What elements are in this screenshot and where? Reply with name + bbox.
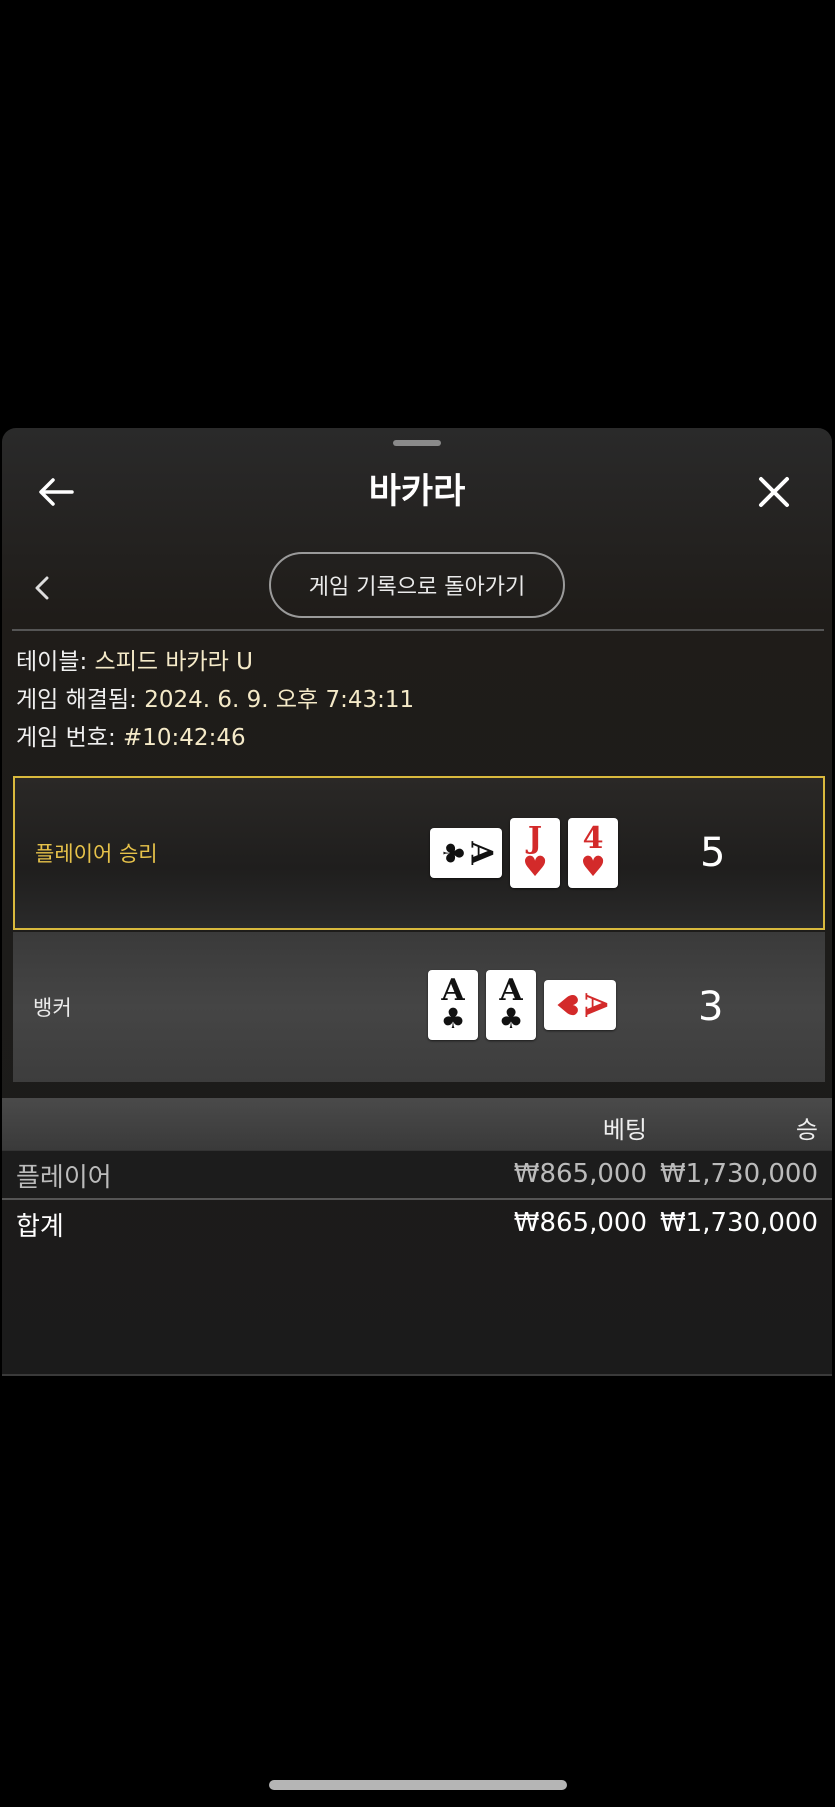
close-icon[interactable] bbox=[750, 468, 798, 516]
info-resolved: 게임 해결됨: 2024. 6. 9. 오후 7:43:11 bbox=[16, 684, 414, 716]
player-card-3: 4 ♥ bbox=[568, 818, 618, 888]
banker-card-1: A ♣ bbox=[428, 970, 478, 1040]
home-indicator[interactable] bbox=[269, 1780, 567, 1790]
banker-score: 3 bbox=[698, 984, 724, 1030]
banker-result-panel: 뱅커 A ♣ A ♣ ♥ A 3 bbox=[13, 932, 825, 1082]
player-card-2-rank: J bbox=[527, 821, 543, 856]
row-bet: ₩865,000 bbox=[513, 1159, 647, 1189]
info-game-number-label: 게임 번호: bbox=[16, 725, 116, 751]
banker-card-2: A ♣ bbox=[486, 970, 536, 1040]
bet-column-header: 베팅 bbox=[602, 1116, 647, 1144]
banker-card-3: ♥ A bbox=[544, 980, 616, 1030]
win-column-header: 승 bbox=[795, 1116, 818, 1144]
player-card-1: ♣ A bbox=[430, 828, 502, 878]
info-table-label: 테이블: bbox=[16, 649, 88, 675]
total-win: ₩1,730,000 bbox=[659, 1208, 818, 1238]
row-win: ₩1,730,000 bbox=[659, 1159, 818, 1189]
drag-handle[interactable] bbox=[393, 440, 441, 446]
total-bet: ₩865,000 bbox=[513, 1208, 647, 1238]
divider bbox=[12, 629, 824, 631]
player-card-1-suit: ♣ bbox=[436, 840, 470, 866]
info-game-number-value: #10:42:46 bbox=[123, 725, 246, 751]
chevron-left-icon[interactable] bbox=[22, 568, 62, 608]
player-card-2: J ♥ bbox=[510, 818, 560, 888]
total-row: 합계 ₩865,000 ₩1,730,000 bbox=[2, 1198, 832, 1246]
info-resolved-label: 게임 해결됨: bbox=[16, 687, 137, 713]
info-table-value: 스피드 바카라 U bbox=[94, 649, 253, 675]
player-card-2-suit: ♥ bbox=[522, 850, 548, 883]
bets-table-header: 베팅 승 bbox=[2, 1098, 832, 1150]
info-table: 테이블: 스피드 바카라 U bbox=[16, 646, 253, 678]
info-resolved-value: 2024. 6. 9. 오후 7:43:11 bbox=[144, 687, 415, 713]
player-card-3-rank: 4 bbox=[582, 821, 604, 856]
banker-card-1-rank: A bbox=[441, 973, 465, 1008]
player-card-1-rank: A bbox=[463, 841, 499, 865]
info-game-number: 게임 번호: #10:42:46 bbox=[16, 722, 246, 754]
banker-card-2-suit: ♣ bbox=[498, 1002, 524, 1035]
player-result-panel: 플레이어 승리 ♣ A J ♥ 4 ♥ 5 bbox=[13, 776, 825, 930]
total-label: 합계 bbox=[16, 1212, 64, 1242]
page-title: 바카라 bbox=[368, 472, 466, 512]
back-to-history-button[interactable]: 게임 기록으로 돌아가기 bbox=[269, 552, 565, 618]
row-label: 플레이어 bbox=[16, 1163, 112, 1193]
banker-card-3-rank: A bbox=[577, 993, 613, 1017]
player-card-3-suit: ♥ bbox=[580, 850, 606, 883]
player-score: 5 bbox=[700, 830, 726, 876]
banker-card-3-suit: ♥ bbox=[550, 992, 584, 1018]
banker-card-1-suit: ♣ bbox=[440, 1002, 466, 1035]
banker-card-2-rank: A bbox=[499, 973, 523, 1008]
baccarat-detail-sheet: 바카라 게임 기록으로 돌아가기 테이블: 스피드 바카라 U 게임 해결됨: … bbox=[2, 428, 832, 1376]
table-row: 플레이어 ₩865,000 ₩1,730,000 bbox=[2, 1150, 832, 1197]
